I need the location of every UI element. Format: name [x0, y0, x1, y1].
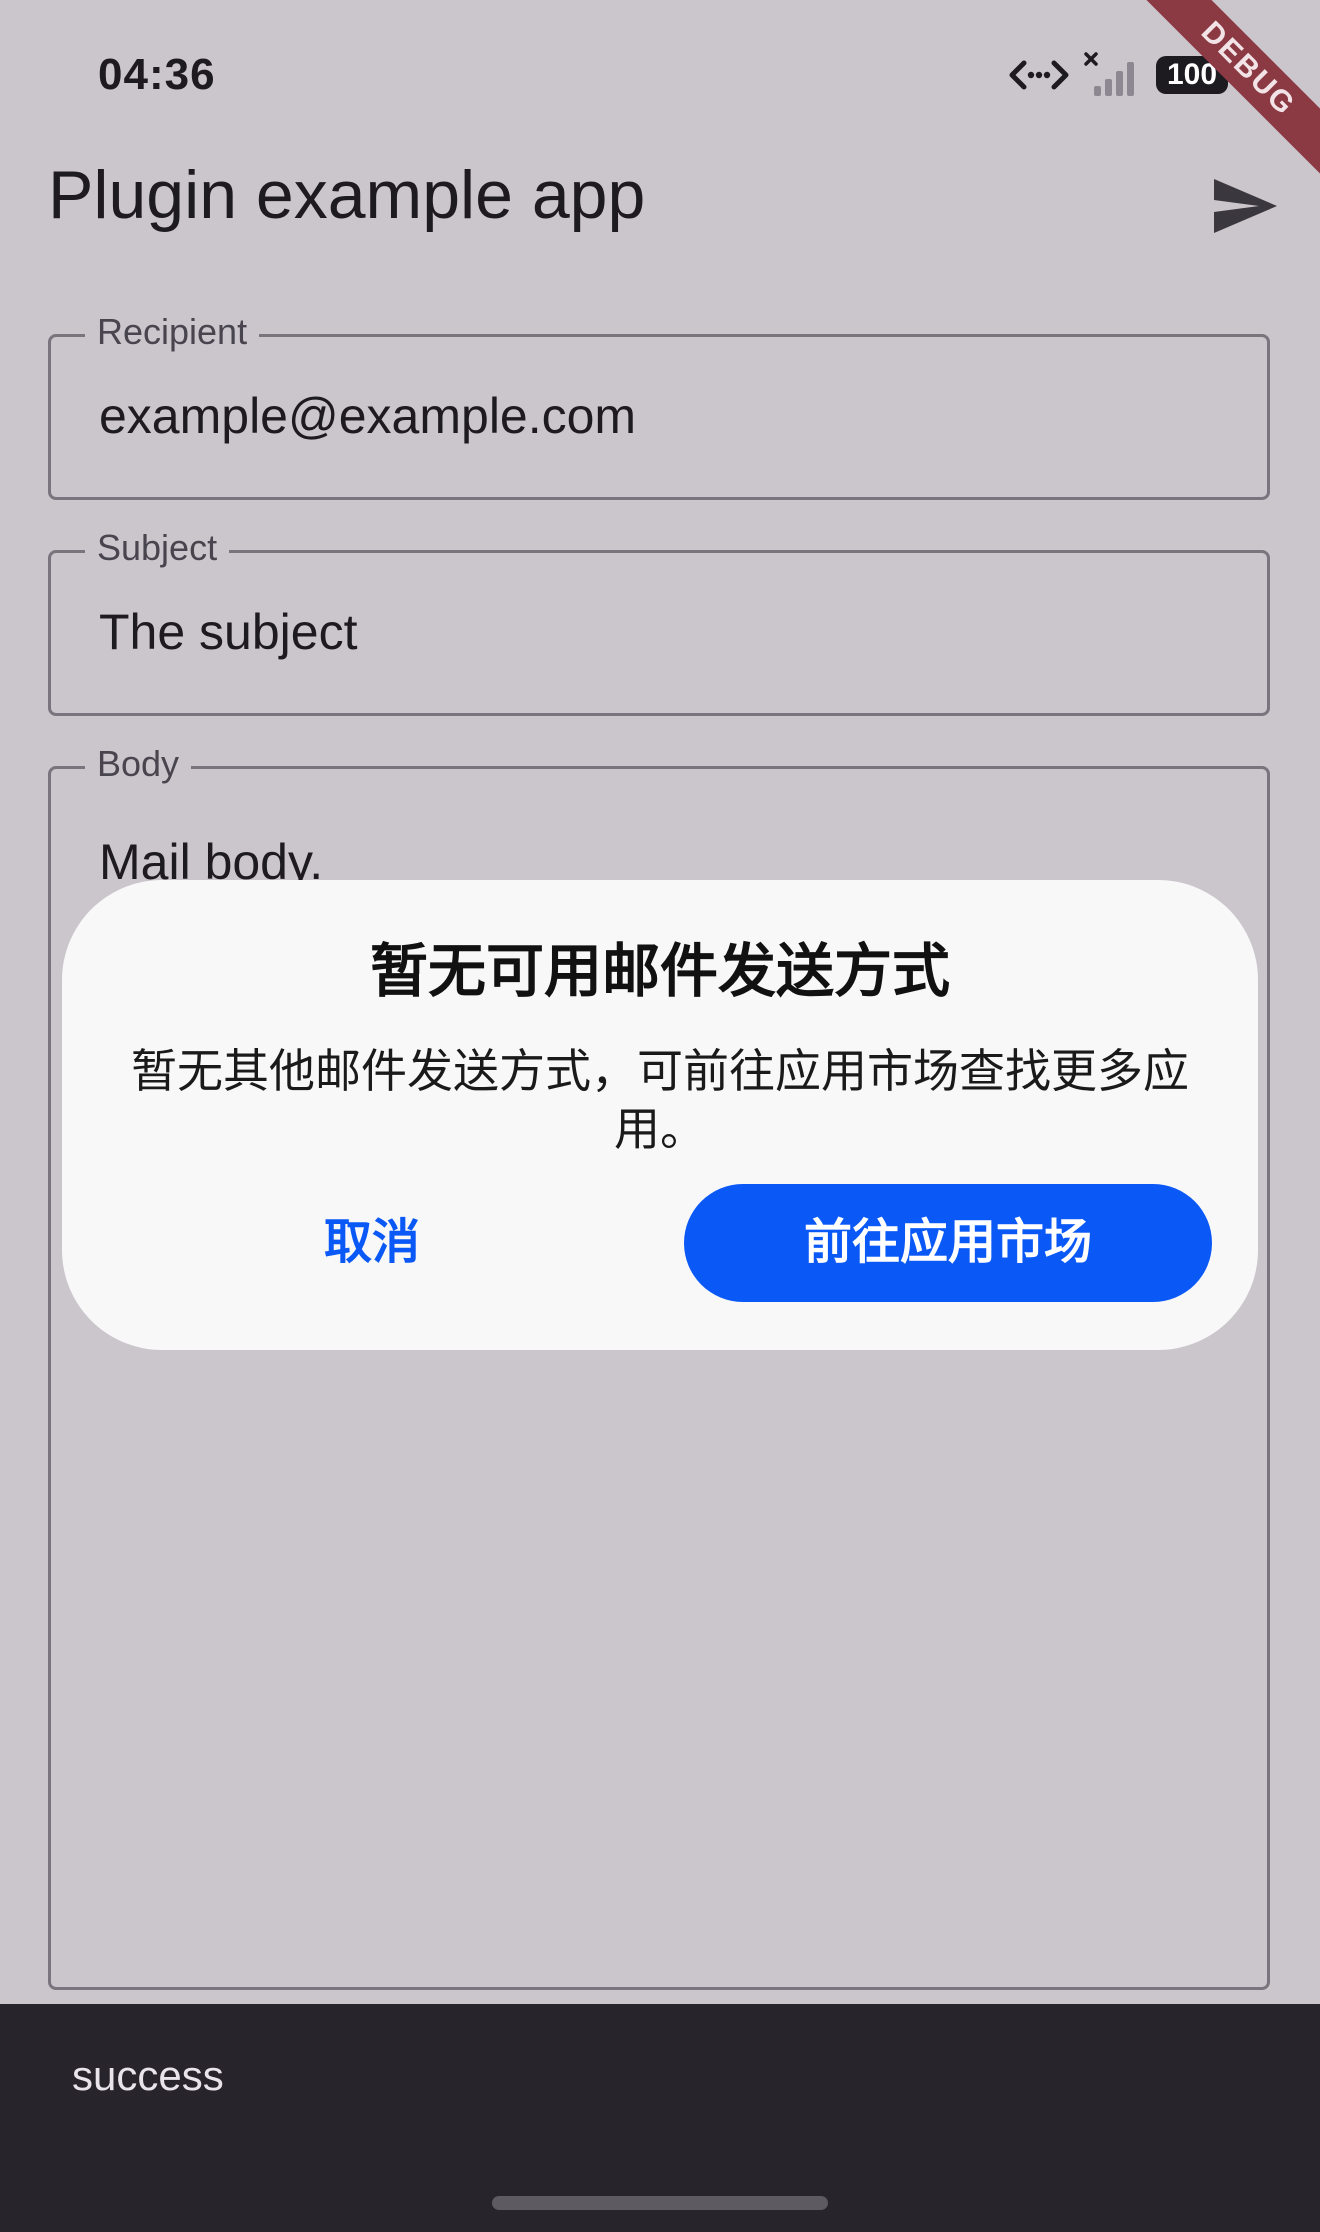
recipient-label: Recipient — [85, 311, 260, 353]
body-label: Body — [85, 743, 192, 785]
status-time: 04:36 — [98, 50, 216, 99]
no-mail-app-dialog: 暂无可用邮件发送方式 暂无其他邮件发送方式，可前往应用市场查找更多应用。 取消 … — [62, 880, 1258, 1350]
snackbar-message: success — [72, 2052, 224, 2099]
app-bar: Plugin example app — [0, 150, 1320, 260]
home-indicator[interactable] — [492, 2196, 828, 2210]
snackbar: success — [0, 2004, 1320, 2232]
data-transfer-icon — [1009, 60, 1069, 90]
subject-field[interactable]: Subject The subject — [48, 527, 1270, 716]
subject-label: Subject — [85, 527, 230, 569]
page-title: Plugin example app — [48, 157, 646, 233]
send-icon[interactable] — [1208, 170, 1280, 242]
recipient-field[interactable]: Recipient example@example.com — [48, 311, 1270, 500]
go-to-app-market-button[interactable]: 前往应用市场 — [684, 1184, 1212, 1302]
dialog-title: 暂无可用邮件发送方式 — [369, 939, 950, 1004]
cancel-button[interactable]: 取消 — [122, 1184, 622, 1302]
recipient-input[interactable]: example@example.com — [99, 387, 636, 445]
subject-input[interactable]: The subject — [99, 603, 357, 661]
dialog-message: 暂无其他邮件发送方式，可前往应用市场查找更多应用。 — [131, 1045, 1189, 1155]
